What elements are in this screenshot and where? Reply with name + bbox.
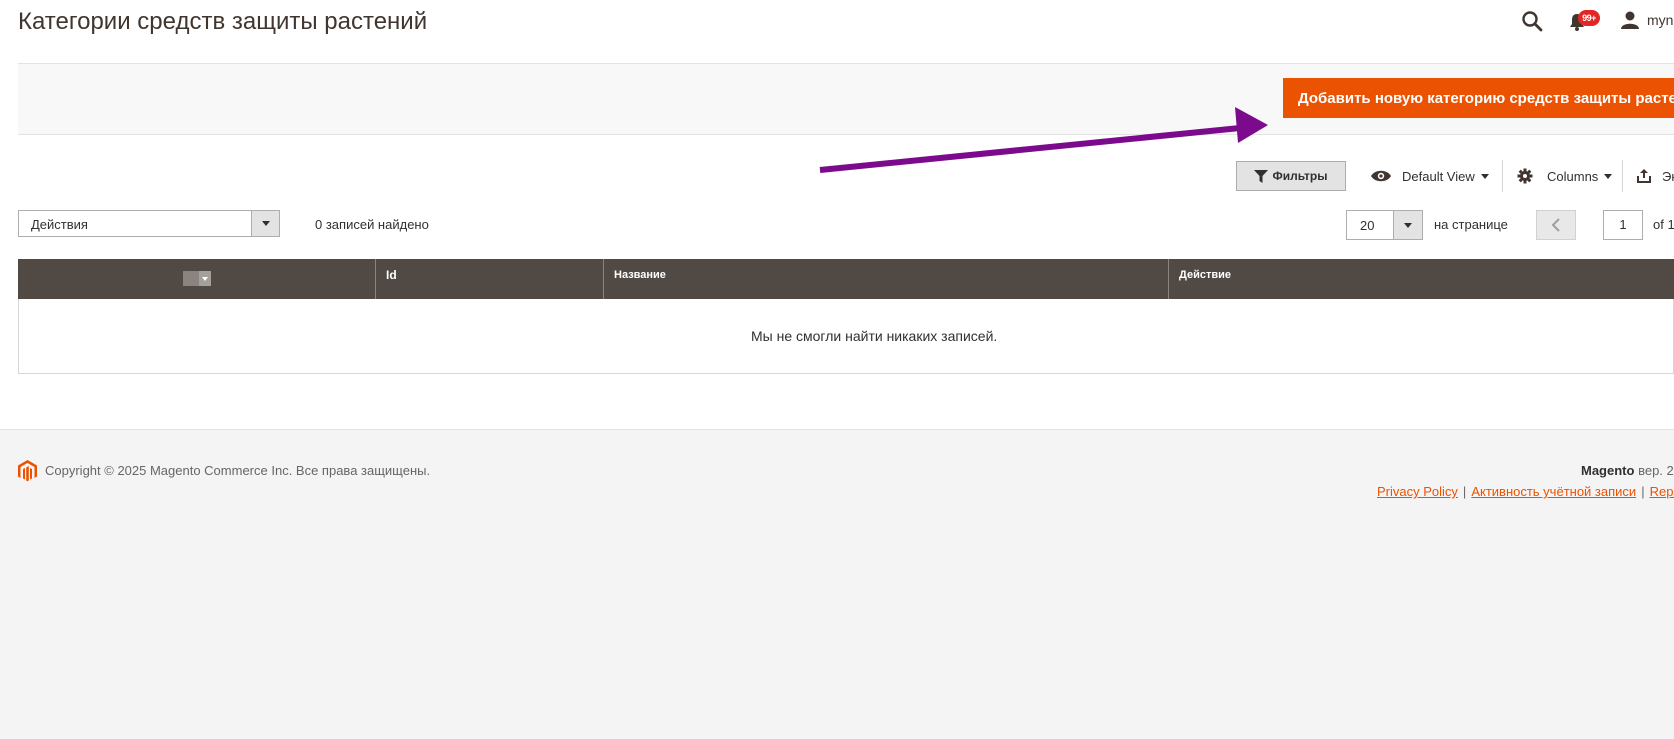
page-total: of 1	[1653, 217, 1674, 232]
mass-select-checkbox[interactable]	[183, 271, 211, 286]
column-header-id[interactable]: Id	[375, 259, 603, 299]
user-name[interactable]: myne	[1647, 12, 1674, 28]
add-category-button[interactable]: Добавить новую категорию средств защиты …	[1283, 78, 1674, 118]
page-number-input[interactable]: 1	[1603, 210, 1643, 240]
magento-logo-icon	[18, 460, 37, 482]
gear-icon	[1517, 168, 1533, 184]
page-title: Категории средств защиты растений	[18, 8, 428, 35]
chevron-left-icon	[1551, 218, 1560, 232]
column-header-action[interactable]: Действие	[1168, 259, 1674, 299]
notification-badge[interactable]: 99+	[1578, 10, 1600, 26]
search-icon[interactable]	[1521, 10, 1543, 32]
export-control[interactable]: Экспорт	[1636, 164, 1674, 188]
grid-header: Id Название Действие	[18, 259, 1674, 299]
filters-label: Фильтры	[1272, 169, 1328, 183]
columns-label: Columns	[1547, 168, 1599, 184]
prev-page-button[interactable]	[1536, 210, 1576, 240]
column-header-name[interactable]: Название	[603, 259, 1168, 299]
magento-brand: Magento	[1581, 463, 1635, 478]
copyright-text: Copyright © 2025 Magento Commerce Inc. В…	[45, 463, 431, 478]
account-activity-link[interactable]: Активность учётной записи	[1471, 484, 1636, 499]
export-icon	[1637, 169, 1651, 183]
grid-empty-row: Мы не смогли найти никаких записей.	[18, 299, 1674, 374]
filter-icon	[1254, 169, 1269, 183]
per-page-label: на странице	[1434, 217, 1508, 232]
view-label: Default View	[1402, 168, 1475, 184]
export-label: Экспорт	[1662, 168, 1674, 184]
toolbar-divider	[1622, 160, 1623, 192]
chevron-down-icon	[1480, 173, 1489, 179]
chevron-down-icon	[202, 276, 208, 281]
empty-message: Мы не смогли найти никаких записей.	[751, 328, 998, 344]
per-page-toggle[interactable]	[1393, 211, 1422, 239]
footer-divider	[0, 429, 1674, 430]
magento-version: Magento вер. 2	[1581, 463, 1674, 478]
toolbar-divider	[1502, 160, 1503, 192]
mass-select-dropdown[interactable]	[199, 271, 211, 286]
version-text: вер. 2	[1638, 463, 1674, 478]
records-found: 0 записей найдено	[315, 217, 429, 232]
per-page-select[interactable]: 20	[1346, 210, 1423, 240]
privacy-policy-link[interactable]: Privacy Policy	[1377, 484, 1458, 499]
view-switcher[interactable]: Default View	[1370, 164, 1489, 188]
select-toggle[interactable]	[251, 211, 279, 236]
mass-actions-select[interactable]: Действия	[18, 210, 280, 237]
columns-control[interactable]: Columns	[1517, 164, 1613, 188]
per-page-value: 20	[1360, 218, 1375, 233]
mass-actions-label: Действия	[31, 217, 88, 232]
footer-links: Privacy Policy | Активность учётной записи…	[1377, 484, 1674, 499]
report-issue-link[interactable]: Report an Issue	[1650, 484, 1674, 499]
eye-icon	[1371, 170, 1391, 182]
user-icon[interactable]	[1620, 11, 1640, 29]
chevron-down-icon	[261, 221, 270, 226]
chevron-down-icon	[1404, 222, 1412, 228]
chevron-down-icon	[1604, 173, 1613, 179]
filters-button[interactable]: Фильтры	[1236, 161, 1346, 191]
